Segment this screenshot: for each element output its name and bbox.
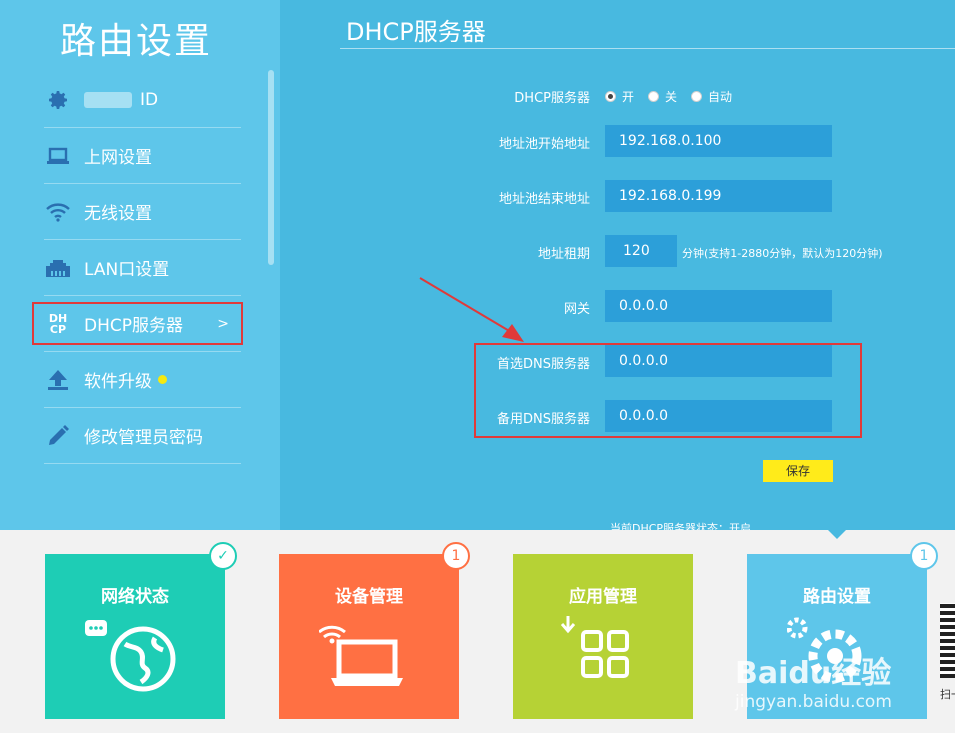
laptop-wifi-icon — [319, 625, 403, 686]
tile-app-management[interactable]: 应用管理 — [513, 554, 693, 719]
sidebar-item-lan[interactable]: LAN口设置 — [44, 240, 241, 296]
notification-badge: 1 — [910, 542, 938, 570]
baidu-watermark: Baidu经验 jingyan.baidu.com — [735, 648, 935, 723]
sidebar-item-account-id[interactable]: ID — [44, 72, 241, 128]
laptop-icon — [44, 142, 72, 170]
globe-icon — [85, 620, 176, 692]
highlight-box-dhcp — [32, 302, 243, 345]
tile-network-status[interactable]: 网络状态 — [45, 554, 225, 719]
watermark-logo: Baidu经验 — [735, 656, 892, 691]
sidebar-item-admin-password[interactable]: 修改管理员密码 — [44, 408, 241, 464]
sidebar-item-upgrade[interactable]: 软件升级 — [44, 352, 241, 408]
gear-icon — [44, 86, 72, 114]
qr-code — [940, 603, 955, 678]
apps-grid-icon — [560, 616, 629, 678]
lan-port-icon — [44, 254, 72, 282]
sidebar-item-label: 上网设置 — [84, 148, 152, 168]
wifi-icon — [44, 198, 72, 226]
pencil-icon — [44, 422, 72, 450]
tile-device-management[interactable]: 设备管理 — [279, 554, 459, 719]
highlight-box-dns — [474, 343, 862, 438]
sidebar: 路由设置 ID 上网设置 无线设置 LAN口设置 DH CP DHCP服务器 > — [0, 0, 280, 530]
sidebar-item-wireless[interactable]: 无线设置 — [44, 184, 241, 240]
tile-label: 路由设置 — [803, 587, 871, 607]
tile-label: 应用管理 — [569, 587, 637, 607]
sidebar-item-label: ID — [140, 89, 159, 110]
check-badge-icon: ✓ — [209, 542, 237, 570]
sidebar-item-label: 修改管理员密码 — [84, 428, 203, 448]
annotation-arrow — [419, 277, 524, 342]
sidebar-title: 路由设置 — [60, 21, 213, 62]
sidebar-item-label: LAN口设置 — [84, 260, 170, 280]
sidebar-item-internet[interactable]: 上网设置 — [44, 128, 241, 184]
notification-badge: 1 — [442, 542, 470, 570]
qr-caption: 扫一扫 管理 — [940, 688, 955, 701]
upload-icon — [44, 366, 72, 394]
tile-label: 网络状态 — [101, 587, 169, 607]
redacted-text — [84, 91, 132, 108]
main-panel: DHCP服务器 DHCP服务器 开 关 自动 地址池开始地址 192.168.0… — [280, 0, 955, 530]
tile-label: 设备管理 — [335, 587, 403, 607]
sidebar-item-label: 软件升级 — [84, 372, 152, 392]
active-tile-pointer — [827, 529, 847, 539]
update-indicator-dot — [158, 375, 167, 384]
sidebar-item-label: 无线设置 — [84, 204, 152, 224]
sidebar-scrollbar[interactable] — [268, 70, 274, 265]
watermark-url: jingyan.baidu.com — [735, 692, 892, 712]
